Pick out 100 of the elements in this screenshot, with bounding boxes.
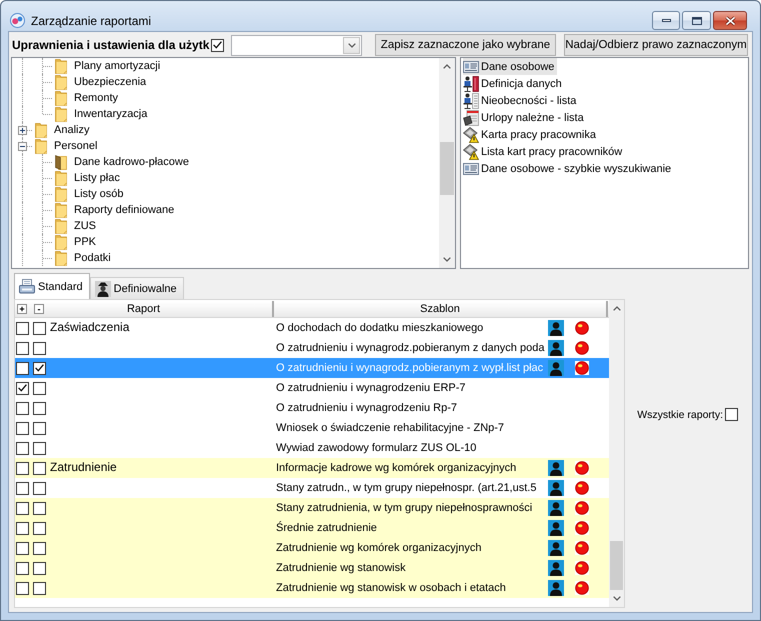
checkbox[interactable] bbox=[16, 442, 29, 454]
scrollbar-thumb[interactable] bbox=[610, 541, 623, 590]
checkbox[interactable] bbox=[16, 422, 29, 434]
table-row[interactable]: Zatrudnienie Informacje kadrowe wg komórek organizacyjnych bbox=[15, 458, 609, 478]
expand-all-button[interactable]: + bbox=[17, 304, 27, 314]
checkbox[interactable] bbox=[16, 562, 29, 574]
tab[interactable]: Definiowalne bbox=[90, 277, 184, 299]
status-dot-icon bbox=[575, 581, 589, 595]
column-header[interactable]: Szablon bbox=[420, 303, 460, 315]
checkbox[interactable] bbox=[33, 422, 46, 434]
checkbox[interactable] bbox=[33, 442, 46, 454]
table-row[interactable]: Zatrudnienie wg stanowisk bbox=[15, 558, 609, 578]
collapse-icon[interactable] bbox=[18, 142, 27, 150]
chevron-down-icon[interactable] bbox=[348, 42, 356, 48]
report-list-item[interactable]: Lista kart pracy pracowników bbox=[463, 143, 626, 160]
user-icon bbox=[548, 480, 564, 496]
template-name: Informacje kadrowe wg komórek organizacyjnych bbox=[276, 462, 516, 474]
close-button[interactable] bbox=[713, 11, 747, 30]
save-selection-button[interactable]: Zapisz zaznaczone jako wybrane bbox=[375, 34, 556, 56]
checkbox[interactable] bbox=[33, 482, 46, 494]
tree-item[interactable]: Podatki bbox=[73, 252, 112, 264]
id-card-icon bbox=[463, 162, 479, 174]
tree-item[interactable]: Personel bbox=[53, 140, 98, 152]
checkbox[interactable] bbox=[16, 582, 29, 594]
checkbox[interactable] bbox=[33, 562, 46, 574]
report-list-item[interactable]: Dane osobowe bbox=[463, 58, 558, 75]
status-dot-icon bbox=[575, 521, 589, 535]
checkbox[interactable] bbox=[33, 402, 46, 414]
checkbox[interactable] bbox=[16, 542, 29, 554]
checkbox[interactable] bbox=[211, 38, 224, 52]
checkbox[interactable] bbox=[725, 408, 738, 421]
scroll-down-icon[interactable] bbox=[443, 257, 451, 262]
close-icon bbox=[724, 16, 736, 26]
checkbox[interactable] bbox=[33, 382, 46, 394]
tree-item[interactable]: Inwentaryzacja bbox=[73, 108, 148, 120]
report-list-item[interactable]: Dane osobowe - szybkie wyszukiwanie bbox=[463, 160, 674, 177]
tree-item[interactable]: Remonty bbox=[73, 92, 120, 104]
tree-item[interactable]: Raporty definiowane bbox=[73, 204, 176, 216]
checkbox[interactable] bbox=[33, 542, 46, 554]
status-dot-icon bbox=[575, 541, 589, 555]
minimize-button[interactable] bbox=[652, 11, 680, 30]
tree-item[interactable]: Dane kadrowo-płacowe bbox=[73, 156, 190, 168]
toggle-permission-button[interactable]: Nadaj/Odbierz prawo zaznaczonym bbox=[564, 34, 748, 56]
expand-icon[interactable] bbox=[18, 126, 27, 134]
report-list-item[interactable]: Urlopy należne - lista bbox=[463, 109, 587, 126]
scroll-up-icon[interactable] bbox=[443, 64, 451, 69]
table-row[interactable]: Zatrudnienie wg stanowisk w osobach i etatach bbox=[15, 578, 609, 598]
checkbox[interactable] bbox=[16, 502, 29, 514]
checkbox[interactable] bbox=[16, 402, 29, 414]
template-name: Wywiad zawodowy formularz ZUS OL-10 bbox=[276, 442, 476, 454]
checkbox[interactable] bbox=[33, 582, 46, 594]
user-icon bbox=[548, 340, 564, 356]
checkbox[interactable] bbox=[16, 382, 29, 394]
tree-item[interactable]: Analizy bbox=[53, 124, 90, 136]
report-list-item[interactable]: Definicja danych bbox=[463, 75, 565, 92]
maximize-button[interactable] bbox=[682, 11, 711, 30]
checkbox[interactable] bbox=[16, 522, 29, 534]
checkbox[interactable] bbox=[16, 342, 29, 354]
column-header[interactable]: Raport bbox=[126, 303, 160, 315]
app-icon bbox=[10, 13, 25, 28]
table-row[interactable]: Stany zatrudnienia, w tym grupy niepełnosprawności bbox=[15, 498, 609, 518]
scroll-down-icon[interactable] bbox=[612, 596, 620, 601]
status-dot-icon bbox=[575, 461, 589, 475]
status-dot-icon bbox=[575, 481, 589, 495]
checkbox[interactable] bbox=[16, 362, 29, 374]
tree-item[interactable]: Ubezpieczenia bbox=[73, 76, 148, 88]
report-list-item[interactable]: Nieobecności - lista bbox=[463, 92, 580, 109]
printer-icon bbox=[19, 279, 35, 294]
user-icon bbox=[548, 500, 564, 516]
checkbox[interactable] bbox=[33, 522, 46, 534]
tree-item[interactable]: Plany amortyzacji bbox=[73, 60, 162, 72]
checkbox[interactable] bbox=[16, 322, 29, 334]
table-row[interactable]: Zatrudnienie wg komórek organizacyjnych bbox=[15, 538, 609, 558]
report-list-item[interactable]: Karta pracy pracownika bbox=[463, 126, 599, 143]
collapse-all-button[interactable]: - bbox=[34, 304, 44, 314]
template-name: Zatrudnienie wg stanowisk bbox=[276, 562, 406, 574]
tree-item[interactable]: Listy płac bbox=[73, 172, 121, 184]
table-row[interactable]: Średnie zatrudnienie bbox=[15, 518, 609, 538]
checkbox[interactable] bbox=[33, 322, 46, 334]
checkbox[interactable] bbox=[16, 482, 29, 494]
template-name: O zatrudnieniu i wynagrodz.pobieranym z danych poda bbox=[276, 342, 544, 354]
template-name: O dochodach do dodatku mieszkaniowego bbox=[276, 322, 484, 334]
template-name: O zatrudnieniu i wynagrodz.pobieranym z wypł.list płac bbox=[276, 362, 544, 374]
tab[interactable]: Standard bbox=[14, 273, 90, 299]
scrollbar-thumb[interactable] bbox=[440, 142, 454, 195]
dropdown-button[interactable] bbox=[343, 36, 360, 54]
id-card-icon bbox=[463, 60, 479, 72]
status-dot-icon bbox=[575, 361, 589, 375]
hat-figure-icon bbox=[94, 280, 111, 296]
tree-item[interactable]: ZUS bbox=[73, 220, 97, 232]
scroll-up-icon[interactable] bbox=[612, 306, 620, 311]
window-title: Zarządzanie raportami bbox=[31, 14, 152, 28]
checkbox[interactable] bbox=[16, 462, 29, 474]
checkbox[interactable] bbox=[33, 342, 46, 354]
tree-item[interactable]: PPK bbox=[73, 236, 98, 248]
tree-item[interactable]: Listy osób bbox=[73, 188, 125, 200]
checkbox[interactable] bbox=[33, 502, 46, 514]
checkbox[interactable] bbox=[33, 462, 46, 474]
checkmark-icon bbox=[35, 364, 44, 372]
checkbox[interactable] bbox=[33, 362, 46, 374]
